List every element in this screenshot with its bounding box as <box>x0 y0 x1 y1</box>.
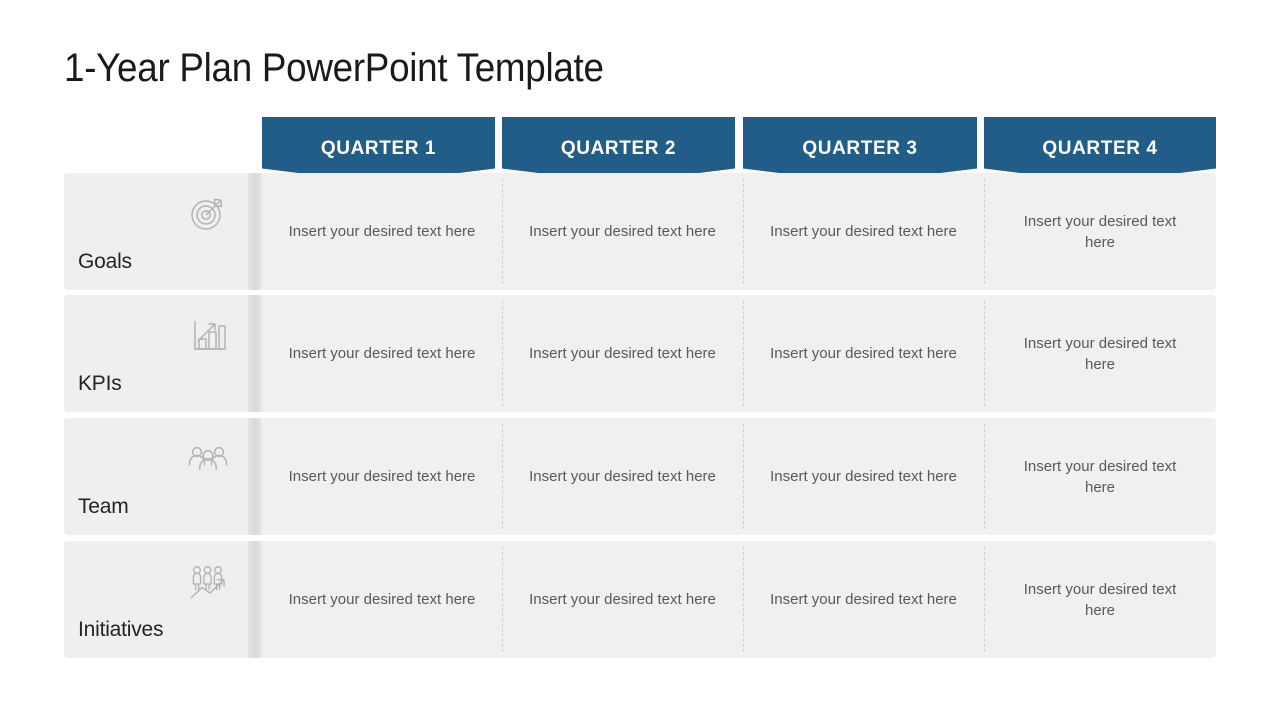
cell-initiatives-q2[interactable]: Insert your desired text here <box>502 541 743 658</box>
cell-team-q4[interactable]: Insert your desired text here <box>984 418 1216 535</box>
row-label-team: Team <box>78 495 129 518</box>
bar-chart-growth-icon <box>184 311 232 359</box>
page-title: 1-Year Plan PowerPoint Template <box>64 46 604 90</box>
row-label-kpis: KPIs <box>78 372 122 395</box>
row-cells-initiatives: Insert your desired text here Insert you… <box>262 541 1216 658</box>
cell-team-q2[interactable]: Insert your desired text here <box>502 418 743 535</box>
cell-initiatives-q4[interactable]: Insert your desired text here <box>984 541 1216 658</box>
row-cells-kpis: Insert your desired text here Insert you… <box>262 295 1216 412</box>
cell-goals-q1[interactable]: Insert your desired text here <box>262 173 502 290</box>
cell-kpis-q3[interactable]: Insert your desired text here <box>743 295 984 412</box>
label-content-divider <box>248 418 262 535</box>
row-label-cell-goals[interactable]: Goals <box>64 173 262 290</box>
three-people-icon <box>184 434 232 482</box>
row-label-cell-initiatives[interactable]: Initiatives <box>64 541 262 658</box>
quarter-header-q4-label: QUARTER 4 <box>1042 138 1158 159</box>
matrix-row-initiatives: Initiatives Insert your desired text her… <box>64 541 1216 658</box>
people-growth-arrow-icon <box>184 557 232 605</box>
label-content-divider <box>248 295 262 412</box>
row-cells-goals: Insert your desired text here Insert you… <box>262 173 1216 290</box>
row-label-initiatives: Initiatives <box>78 618 164 641</box>
cell-initiatives-q1[interactable]: Insert your desired text here <box>262 541 502 658</box>
row-label-cell-kpis[interactable]: KPIs <box>64 295 262 412</box>
matrix-row-team: Team Insert your desired text here Inser… <box>64 418 1216 535</box>
cell-kpis-q1[interactable]: Insert your desired text here <box>262 295 502 412</box>
cell-goals-q2[interactable]: Insert your desired text here <box>502 173 743 290</box>
quarter-header-q2-label: QUARTER 2 <box>560 138 677 159</box>
quarter-header-q3-label: QUARTER 3 <box>802 138 918 159</box>
row-label-cell-team[interactable]: Team <box>64 418 262 535</box>
quarterly-plan-matrix: QUARTER 1 QUARTER 2 QUARTER 3 QUARTER 4 <box>64 117 1216 658</box>
cell-initiatives-q3[interactable]: Insert your desired text here <box>743 541 984 658</box>
cell-team-q3[interactable]: Insert your desired text here <box>743 418 984 535</box>
matrix-row-kpis: KPIs Insert your desired text here Inser… <box>64 295 1216 412</box>
quarter-header-q1-label: QUARTER 1 <box>320 138 437 159</box>
label-content-divider <box>248 173 262 290</box>
cell-kpis-q4[interactable]: Insert your desired text here <box>984 295 1216 412</box>
matrix-row-goals: Goals Insert your desired text here Inse… <box>64 173 1216 290</box>
row-label-goals: Goals <box>78 250 132 273</box>
row-cells-team: Insert your desired text here Insert you… <box>262 418 1216 535</box>
cell-goals-q4[interactable]: Insert your desired text here <box>984 173 1216 290</box>
target-arrow-icon <box>184 189 232 237</box>
label-content-divider <box>248 541 262 658</box>
cell-goals-q3[interactable]: Insert your desired text here <box>743 173 984 290</box>
cell-kpis-q2[interactable]: Insert your desired text here <box>502 295 743 412</box>
cell-team-q1[interactable]: Insert your desired text here <box>262 418 502 535</box>
